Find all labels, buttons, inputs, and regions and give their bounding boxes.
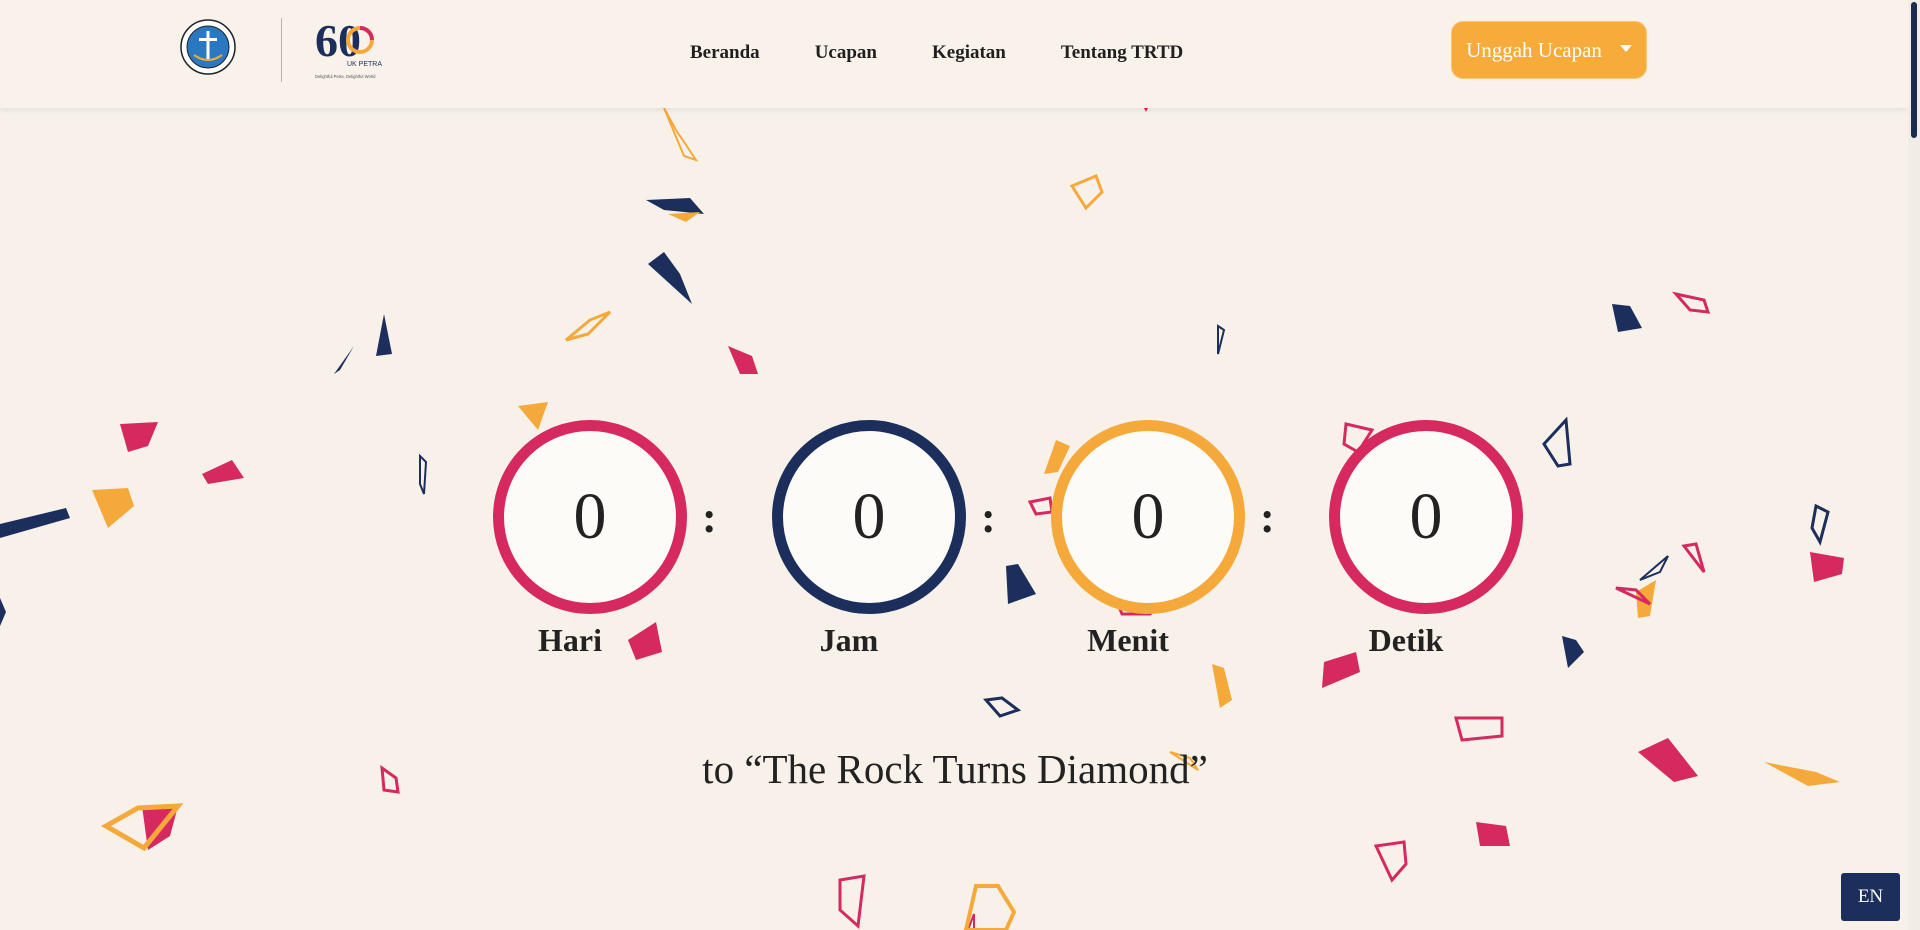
confetti-shape xyxy=(728,346,758,374)
countdown-separator: : xyxy=(981,493,996,542)
confetti-shape xyxy=(1212,664,1232,708)
event-tagline: to “The Rock Turns Diamond” xyxy=(702,746,1208,792)
confetti-shape xyxy=(1542,416,1572,468)
confetti-shape xyxy=(334,346,354,374)
confetti-shape xyxy=(1217,324,1226,355)
svg-text:Delightful Petra, Delightful W: Delightful Petra, Delightful World xyxy=(315,74,376,79)
confetti-shape xyxy=(663,107,699,162)
petra-university-logo[interactable] xyxy=(180,19,236,75)
confetti-shape xyxy=(1454,716,1504,742)
confetti-shape xyxy=(1764,762,1840,786)
confetti-shape xyxy=(983,696,1022,718)
nav-kegiatan[interactable]: Kegiatan xyxy=(932,42,1006,64)
confetti-shape xyxy=(202,460,244,484)
confetti-shape xyxy=(1373,840,1408,883)
confetti-shape xyxy=(838,874,866,930)
confetti-shape xyxy=(1681,542,1706,573)
confetti-shape xyxy=(648,252,692,304)
svg-text:UK PETRA: UK PETRA xyxy=(347,61,382,68)
confetti-shape xyxy=(380,764,400,794)
confetti-shape xyxy=(1639,555,1669,581)
logo-divider xyxy=(281,18,282,82)
page: 60 UK PETRA Delightful Petra, Delightful… xyxy=(0,0,1920,930)
countdown-hours-label: Jam xyxy=(819,622,879,658)
countdown-seconds-circle: 0 xyxy=(1329,420,1523,614)
top-navbar: 60 UK PETRA Delightful Petra, Delightful… xyxy=(0,0,1908,108)
sixty-years-logo[interactable]: 60 UK PETRA Delightful Petra, Delightful… xyxy=(315,14,387,82)
confetti-shape xyxy=(0,508,70,538)
countdown-seconds-value: 0 xyxy=(1409,480,1443,553)
confetti-shape xyxy=(1638,738,1698,782)
confetti-shape xyxy=(419,453,428,495)
caret-down-icon xyxy=(1619,44,1632,52)
confetti-shape xyxy=(1810,503,1830,546)
confetti-shape xyxy=(1027,496,1054,516)
confetti-shape xyxy=(376,314,392,356)
confetti-shape xyxy=(668,212,700,222)
confetti-shape xyxy=(120,422,158,452)
confetti-shape xyxy=(92,488,134,528)
countdown-minutes-value: 0 xyxy=(1131,480,1165,553)
confetti-shape xyxy=(565,310,612,342)
countdown-hours-circle: 0 xyxy=(772,420,966,614)
confetti-shape xyxy=(518,402,548,430)
confetti-shape xyxy=(1476,822,1510,846)
countdown-days-circle: 0 xyxy=(493,420,687,614)
confetti-shape xyxy=(1810,552,1844,582)
countdown-days-value: 0 xyxy=(573,480,607,553)
confetti-shape xyxy=(0,598,6,626)
confetti-shape xyxy=(1069,174,1104,211)
upload-greeting-dropdown-button[interactable]: Unggah Ucapan xyxy=(1451,21,1647,79)
countdown-separator: : xyxy=(702,493,717,542)
countdown-days-label: Hari xyxy=(538,622,602,658)
language-toggle-button[interactable]: EN xyxy=(1841,873,1900,921)
confetti-shape xyxy=(1006,564,1036,604)
countdown-hours-value: 0 xyxy=(852,480,886,553)
countdown-minutes-label: Menit xyxy=(1087,622,1169,658)
countdown-minutes-circle: 0 xyxy=(1051,420,1245,614)
upload-button-label: Unggah Ucapan xyxy=(1466,37,1602,62)
page-scrollbar[interactable] xyxy=(1908,0,1920,930)
confetti-shape xyxy=(646,198,704,214)
nav-tentang-trtd[interactable]: Tentang TRTD xyxy=(1061,42,1183,64)
main-nav: Beranda Ucapan Kegiatan Tentang TRTD xyxy=(690,42,1183,64)
nav-beranda[interactable]: Beranda xyxy=(690,42,760,64)
scrollbar-thumb[interactable] xyxy=(1911,2,1917,138)
countdown-seconds-label: Detik xyxy=(1368,622,1444,658)
countdown-separator: : xyxy=(1260,493,1275,542)
confetti-shape xyxy=(1562,636,1584,668)
svg-text:60: 60 xyxy=(315,15,361,66)
confetti-shape xyxy=(1671,291,1711,314)
nav-ucapan[interactable]: Ucapan xyxy=(815,42,877,64)
confetti-shape xyxy=(1612,304,1642,332)
